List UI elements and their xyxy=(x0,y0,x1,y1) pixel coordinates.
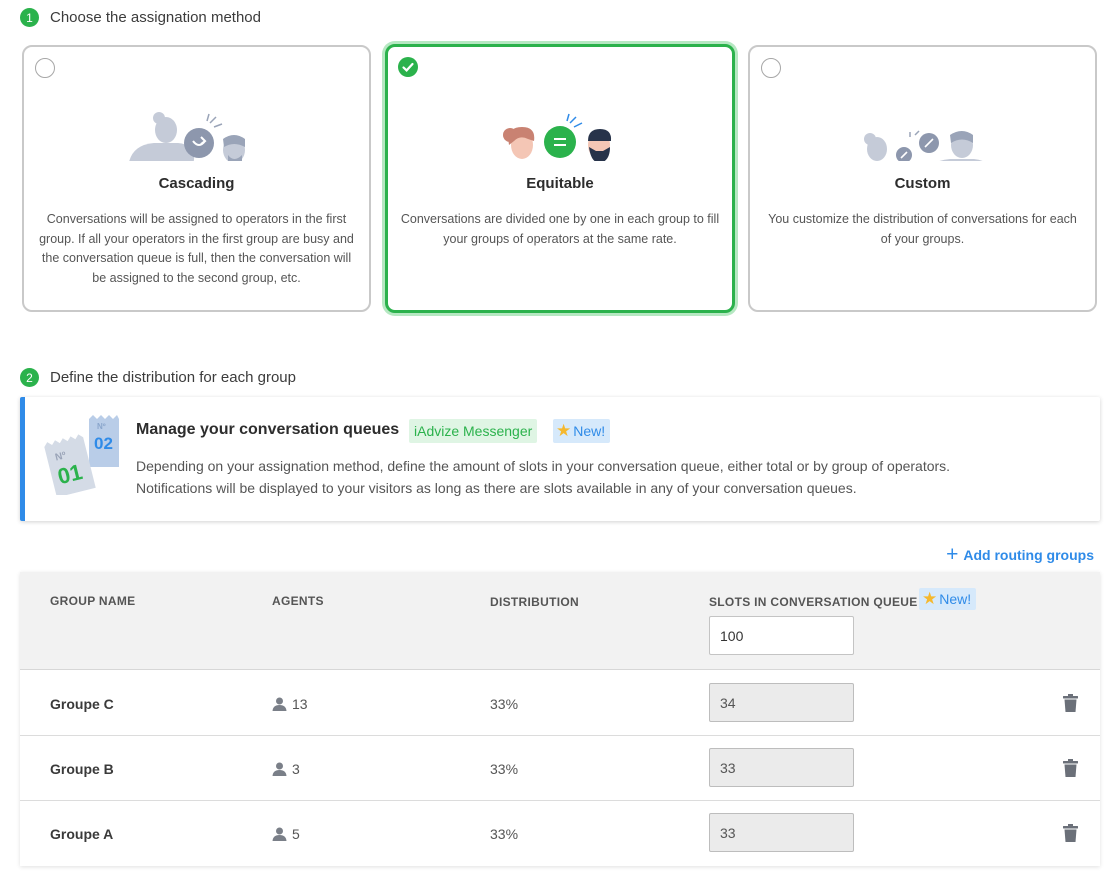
method-title: Cascading xyxy=(158,175,235,192)
table-row: Groupe C 13 33% xyxy=(20,671,1100,736)
agents-count: 13 xyxy=(272,671,308,736)
table-row: Groupe A 5 33% xyxy=(20,801,1100,866)
method-card-equitable[interactable]: Equitable Conversations are divided one … xyxy=(385,44,735,313)
user-icon xyxy=(272,762,287,776)
info-description: Depending on your assignation method, de… xyxy=(136,455,950,499)
add-routing-groups-button[interactable]: + Add routing groups xyxy=(946,543,1094,566)
column-header-distribution: DISTRIBUTION xyxy=(490,595,579,609)
column-header-slots: SLOTS IN CONVERSATION QUEUE xyxy=(709,595,918,609)
add-routing-groups-label: Add routing groups xyxy=(963,547,1094,563)
group-slots-input[interactable] xyxy=(709,683,854,722)
custom-illustration-icon xyxy=(864,130,983,161)
step-title: Define the distribution for each group xyxy=(50,369,296,386)
group-name: Groupe A xyxy=(50,825,114,842)
group-name: Groupe B xyxy=(50,760,114,777)
radio-button[interactable] xyxy=(761,58,781,78)
distribution-value: 33% xyxy=(490,760,519,777)
routing-groups-table: GROUP NAME AGENTS DISTRIBUTION SLOTS IN … xyxy=(20,572,1100,866)
agents-count-value: 3 xyxy=(292,760,300,777)
star-icon: ★ xyxy=(556,421,572,440)
method-title: Equitable xyxy=(526,175,594,192)
step-2-heading: 2 Define the distribution for each group xyxy=(20,368,296,387)
product-tag: iAdvize Messenger xyxy=(409,419,538,443)
method-card-cascading[interactable]: Cascading Conversations will be assigned… xyxy=(22,45,371,312)
user-icon xyxy=(272,827,287,841)
group-name: Groupe C xyxy=(50,695,114,712)
table-row: Groupe B 3 33% xyxy=(20,736,1100,801)
user-icon xyxy=(272,697,287,711)
equitable-illustration-icon xyxy=(503,113,612,161)
new-badge: ★ New! xyxy=(919,588,977,610)
info-description-line: Notifications will be displayed to your … xyxy=(136,480,857,496)
new-badge-label: New! xyxy=(573,423,606,439)
method-description: Conversations will be assigned to operat… xyxy=(39,212,354,285)
trash-icon[interactable] xyxy=(1063,694,1078,712)
star-icon: ★ xyxy=(922,589,938,608)
method-card-custom[interactable]: Custom You customize the distribution of… xyxy=(748,45,1097,312)
radio-checked-icon[interactable] xyxy=(398,57,418,77)
info-title: Manage your conversation queues xyxy=(136,421,400,438)
ticket-2-number: 02 xyxy=(94,434,113,453)
info-description-line: Depending on your assignation method, de… xyxy=(136,458,951,474)
queue-ticket-icon: Nº 02 Nº 01 xyxy=(44,415,119,495)
total-slots-input[interactable] xyxy=(709,616,854,655)
distribution-value: 33% xyxy=(490,695,519,712)
ticket-2-label: Nº xyxy=(97,422,106,431)
cascading-illustration-icon xyxy=(129,112,245,161)
step-number-badge: 2 xyxy=(20,368,39,387)
agents-count: 5 xyxy=(272,801,300,866)
new-badge: ★ New! xyxy=(553,419,611,443)
agents-count-value: 13 xyxy=(292,695,308,712)
table-header: GROUP NAME AGENTS DISTRIBUTION SLOTS IN … xyxy=(20,572,1100,670)
trash-icon[interactable] xyxy=(1063,824,1078,842)
agents-count-value: 5 xyxy=(292,825,300,842)
group-slots-input[interactable] xyxy=(709,748,854,787)
method-description: You customize the distribution of conver… xyxy=(768,212,1077,246)
step-title: Choose the assignation method xyxy=(50,9,261,26)
column-header-group-name: GROUP NAME xyxy=(50,594,136,608)
method-description: Conversations are divided one by one in … xyxy=(400,212,720,246)
radio-button[interactable] xyxy=(35,58,55,78)
step-number-badge: 1 xyxy=(20,8,39,27)
conversation-queue-info-box: Nº 02 Nº 01 Manage your conversation que… xyxy=(20,397,1100,521)
group-slots-input[interactable] xyxy=(709,813,854,852)
method-title: Custom xyxy=(894,175,951,192)
trash-icon[interactable] xyxy=(1063,759,1078,777)
distribution-value: 33% xyxy=(490,825,519,842)
agents-count: 3 xyxy=(272,736,300,801)
plus-icon: + xyxy=(946,543,959,566)
new-badge-label: New! xyxy=(939,591,972,607)
column-header-agents: AGENTS xyxy=(272,594,324,608)
step-1-heading: 1 Choose the assignation method xyxy=(20,8,261,27)
